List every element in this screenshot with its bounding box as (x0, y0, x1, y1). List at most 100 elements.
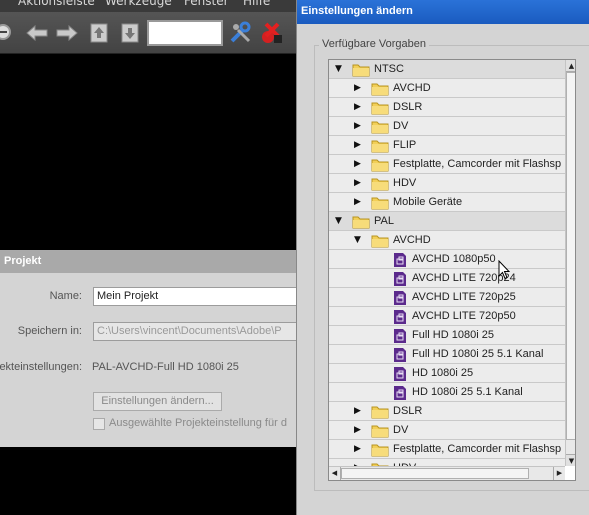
expand-right-icon[interactable]: ▶ (354, 103, 363, 112)
tree-item-label: PAL (374, 215, 394, 227)
tree-item-label: DV (393, 120, 409, 132)
tree-item-label: DSLR (393, 405, 423, 417)
tree-item-label: Full HD 1080i 25 (412, 329, 494, 341)
expand-down-icon[interactable]: ▼ (335, 65, 344, 74)
menu-item-aktionsleiste[interactable]: Aktionsleiste (18, 0, 95, 8)
tree-folder-item[interactable]: ▼ PAL (329, 212, 565, 231)
folder-icon (371, 423, 389, 438)
tree-folder-item[interactable]: ▼ NTSC (329, 60, 565, 79)
folder-icon (371, 119, 389, 134)
tree-item-label: AVCHD 1080p50 (412, 253, 496, 265)
tree-folder-item[interactable]: ▶ DSLR (329, 98, 565, 117)
toolbar-search-input[interactable] (147, 20, 223, 46)
expand-down-icon[interactable]: ▼ (335, 217, 344, 226)
tree-item-label: AVCHD LITE 720p25 (412, 291, 516, 303)
name-label: Name: (49, 290, 82, 302)
tree-folder-item[interactable]: ▶ HDV (329, 174, 565, 193)
save-location-label: Speichern in: (17, 325, 82, 337)
preset-file-icon (393, 366, 411, 381)
preset-item[interactable]: Full HD 1080i 25 5.1 Kanal (329, 345, 565, 364)
preset-file-icon (393, 347, 411, 362)
preset-item[interactable]: HD 1080i 25 5.1 Kanal (329, 383, 565, 402)
expand-right-icon[interactable]: ▶ (354, 198, 363, 207)
project-panel: Projekt Name: Mein Projekt Speichern in:… (0, 250, 296, 447)
folder-icon (371, 195, 389, 210)
import-down-icon[interactable] (118, 21, 142, 45)
expand-right-icon[interactable]: ▶ (354, 160, 363, 169)
menu-item-werkzeuge[interactable]: Werkzeuge (105, 0, 172, 8)
exit-icon[interactable] (260, 21, 284, 45)
tree-item-label: AVCHD (393, 234, 431, 246)
project-name-input[interactable]: Mein Projekt (93, 287, 296, 306)
tree-item-label: AVCHD LITE 720p50 (412, 310, 516, 322)
folder-icon (352, 62, 370, 77)
expand-right-icon[interactable]: ▶ (354, 179, 363, 188)
tree-folder-item[interactable]: ▶ DSLR (329, 402, 565, 421)
preset-item[interactable]: AVCHD LITE 720p24 (329, 269, 565, 288)
folder-icon (371, 442, 389, 457)
app-window: Aktionsleiste Werkzeuge Fenster Hilfe Pr… (0, 0, 296, 515)
apply-settings-label: Ausgewählte Projekteinstellung für d (109, 417, 287, 429)
expand-right-icon[interactable]: ▶ (354, 407, 363, 416)
tree-folder-item[interactable]: ▶ FLIP (329, 136, 565, 155)
menu-item-fenster[interactable]: Fenster (184, 0, 229, 8)
tools-icon[interactable] (229, 21, 253, 45)
project-panel-title: Projekt (0, 251, 296, 273)
expand-right-icon[interactable]: ▶ (354, 426, 363, 435)
preset-item[interactable]: AVCHD LITE 720p50 (329, 307, 565, 326)
tree-folder-item[interactable]: ▶ Mobile Geräte (329, 193, 565, 212)
preset-file-icon (393, 252, 411, 267)
folder-icon (371, 404, 389, 419)
tree-item-label: Full HD 1080i 25 5.1 Kanal (412, 348, 544, 360)
import-up-icon[interactable] (87, 21, 111, 45)
expand-right-icon[interactable]: ▶ (354, 84, 363, 93)
preset-item[interactable]: Full HD 1080i 25 (329, 326, 565, 345)
preset-item[interactable]: AVCHD 1080p50 (329, 250, 565, 269)
tree-folder-item[interactable]: ▶ DV (329, 421, 565, 440)
menubar: Aktionsleiste Werkzeuge Fenster Hilfe (0, 0, 296, 12)
tree-item-label: Mobile Geräte (393, 196, 463, 208)
tree-folder-item[interactable]: ▶ AVCHD (329, 79, 565, 98)
apply-settings-checkbox[interactable] (93, 418, 105, 430)
scroll-down-icon[interactable]: ▼ (566, 454, 575, 466)
back-arrow-icon[interactable] (25, 21, 49, 45)
forward-arrow-icon[interactable] (55, 21, 79, 45)
menu-item-hilfe[interactable]: Hilfe (243, 0, 270, 8)
tree-folder-item[interactable]: ▼ AVCHD (329, 231, 565, 250)
presets-tree-view[interactable]: ▼ NTSC ▶ AVCHD ▶ DSLR ▶ DV ▶ FLIP ▶ Festplatte, Cam… (328, 59, 576, 481)
scroll-left-icon[interactable]: ◀ (329, 467, 341, 480)
dialog-title[interactable]: Einstellungen ändern (297, 0, 589, 24)
folder-icon (371, 100, 389, 115)
preset-file-icon (393, 290, 411, 305)
folder-icon (371, 138, 389, 153)
vertical-scroll-thumb[interactable] (566, 72, 575, 440)
zoom-out-icon[interactable] (0, 21, 16, 45)
horizontal-scroll-thumb[interactable] (341, 468, 529, 479)
tree-folder-item[interactable]: ▶ Festplatte, Camcorder mit Flashsp (329, 155, 565, 174)
preset-item[interactable]: AVCHD LITE 720p25 (329, 288, 565, 307)
change-settings-button[interactable]: Einstellungen ändern... (93, 392, 222, 411)
tree-item-label: DV (393, 424, 409, 436)
preset-file-icon (393, 385, 411, 400)
expand-right-icon[interactable]: ▶ (354, 141, 363, 150)
tree-folder-item[interactable]: ▶HDV (329, 459, 565, 466)
tree-item-label: Festplatte, Camcorder mit Flashsp (393, 158, 562, 170)
presets-tree: ▼ NTSC ▶ AVCHD ▶ DSLR ▶ DV ▶ FLIP ▶ Festplatte, Cam… (329, 60, 565, 466)
preset-file-icon (393, 271, 411, 286)
tree-folder-item[interactable]: ▶ Festplatte, Camcorder mit Flashsp (329, 440, 565, 459)
expand-right-icon[interactable]: ▶ (354, 122, 363, 131)
scroll-right-icon[interactable]: ▶ (553, 467, 565, 480)
preset-item[interactable]: HD 1080i 25 (329, 364, 565, 383)
scroll-up-icon[interactable]: ▲ (566, 60, 575, 72)
tree-folder-item[interactable]: ▶ DV (329, 117, 565, 136)
project-settings-label: ekteinstellungen: (0, 361, 82, 373)
save-location-input[interactable]: C:\Users\vincent\Documents\Adobe\P (93, 322, 296, 341)
tree-item-label: HD 1080i 25 5.1 Kanal (412, 386, 523, 398)
tree-item-label: NTSC (374, 63, 404, 75)
expand-down-icon[interactable]: ▼ (354, 236, 363, 245)
horizontal-scrollbar[interactable]: ◀ ▶ (329, 466, 565, 480)
tree-item-label: HDV (393, 177, 417, 189)
tree-item-label: AVCHD (393, 82, 431, 94)
vertical-scrollbar[interactable]: ▲ ▼ (565, 60, 575, 466)
expand-right-icon[interactable]: ▶ (354, 445, 363, 454)
